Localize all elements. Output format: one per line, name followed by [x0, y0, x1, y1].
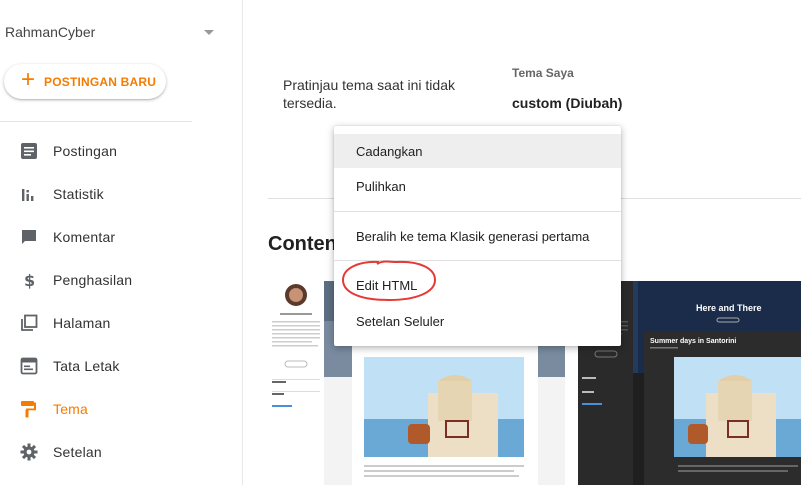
svg-text:$: $: [24, 271, 35, 289]
theme-post-title: Summer days in Santorini: [650, 338, 736, 345]
blog-selector[interactable]: RahmanCyber: [0, 18, 230, 46]
sidebar-item-komentar[interactable]: Komentar: [0, 217, 240, 257]
my-theme-header: Tema Saya: [512, 66, 574, 80]
theme-options-menu: Cadangkan Pulihkan Beralih ke tema Klasi…: [334, 126, 621, 346]
sidebar: RahmanCyber + POSTINGAN BARU Postingan S…: [0, 0, 243, 485]
sidebar-item-label: Tata Letak: [53, 358, 120, 374]
sidebar-item-setelan[interactable]: Setelan: [0, 432, 240, 472]
sidebar-divider: [0, 121, 192, 122]
sidebar-item-label: Penghasilan: [53, 272, 133, 288]
sidebar-item-label: Postingan: [53, 143, 118, 159]
theme-blog-title: Here and There: [696, 303, 762, 313]
menu-item-label: Beralih ke tema Klasik generasi pertama: [356, 229, 590, 244]
new-post-button[interactable]: + POSTINGAN BARU: [4, 64, 166, 99]
pages-icon: [21, 314, 38, 331]
menu-item-label: Pulihkan: [356, 179, 406, 194]
sidebar-item-tema[interactable]: Tema: [0, 389, 240, 429]
sidebar-item-label: Setelan: [53, 444, 102, 460]
new-post-label: POSTINGAN BARU: [44, 75, 157, 89]
menu-divider: [334, 211, 621, 212]
layout-icon: [20, 357, 38, 375]
menu-item-switch-classic-theme[interactable]: Beralih ke tema Klasik generasi pertama: [334, 219, 621, 253]
gear-icon: [20, 443, 38, 461]
blog-name: RahmanCyber: [5, 24, 96, 40]
menu-item-label: Setelan Seluler: [356, 314, 445, 329]
menu-item-mobile-settings[interactable]: Setelan Seluler: [334, 304, 621, 338]
preview-unavailable-text: Pratinjau tema saat ini tidak tersedia.: [283, 77, 455, 111]
bar-chart-icon: [22, 189, 34, 201]
menu-item-label: Cadangkan: [356, 144, 423, 159]
sidebar-item-label: Statistik: [53, 186, 104, 202]
sidebar-item-label: Komentar: [53, 229, 116, 245]
chevron-down-icon: [204, 30, 214, 35]
my-theme-name: custom (Diubah): [512, 95, 623, 111]
sidebar-item-statistik[interactable]: Statistik: [0, 174, 240, 214]
sidebar-item-tata-letak[interactable]: Tata Letak: [0, 346, 240, 386]
sidebar-item-postingan[interactable]: Postingan: [0, 131, 240, 171]
document-icon: [21, 143, 37, 159]
menu-item-restore[interactable]: Pulihkan: [334, 169, 621, 203]
comment-icon: [22, 230, 36, 244]
paint-roller-icon: [21, 401, 36, 418]
section-title: Conten: [268, 233, 337, 255]
menu-item-backup[interactable]: Cadangkan: [334, 134, 621, 168]
sidebar-item-halaman[interactable]: Halaman: [0, 303, 240, 343]
annotation-circle: [341, 260, 437, 302]
sidebar-item-label: Tema: [53, 401, 89, 417]
dollar-icon: $: [24, 271, 35, 289]
sidebar-item-label: Halaman: [53, 315, 111, 331]
plus-icon: +: [21, 66, 36, 93]
sidebar-item-penghasilan[interactable]: $ Penghasilan: [0, 260, 240, 300]
